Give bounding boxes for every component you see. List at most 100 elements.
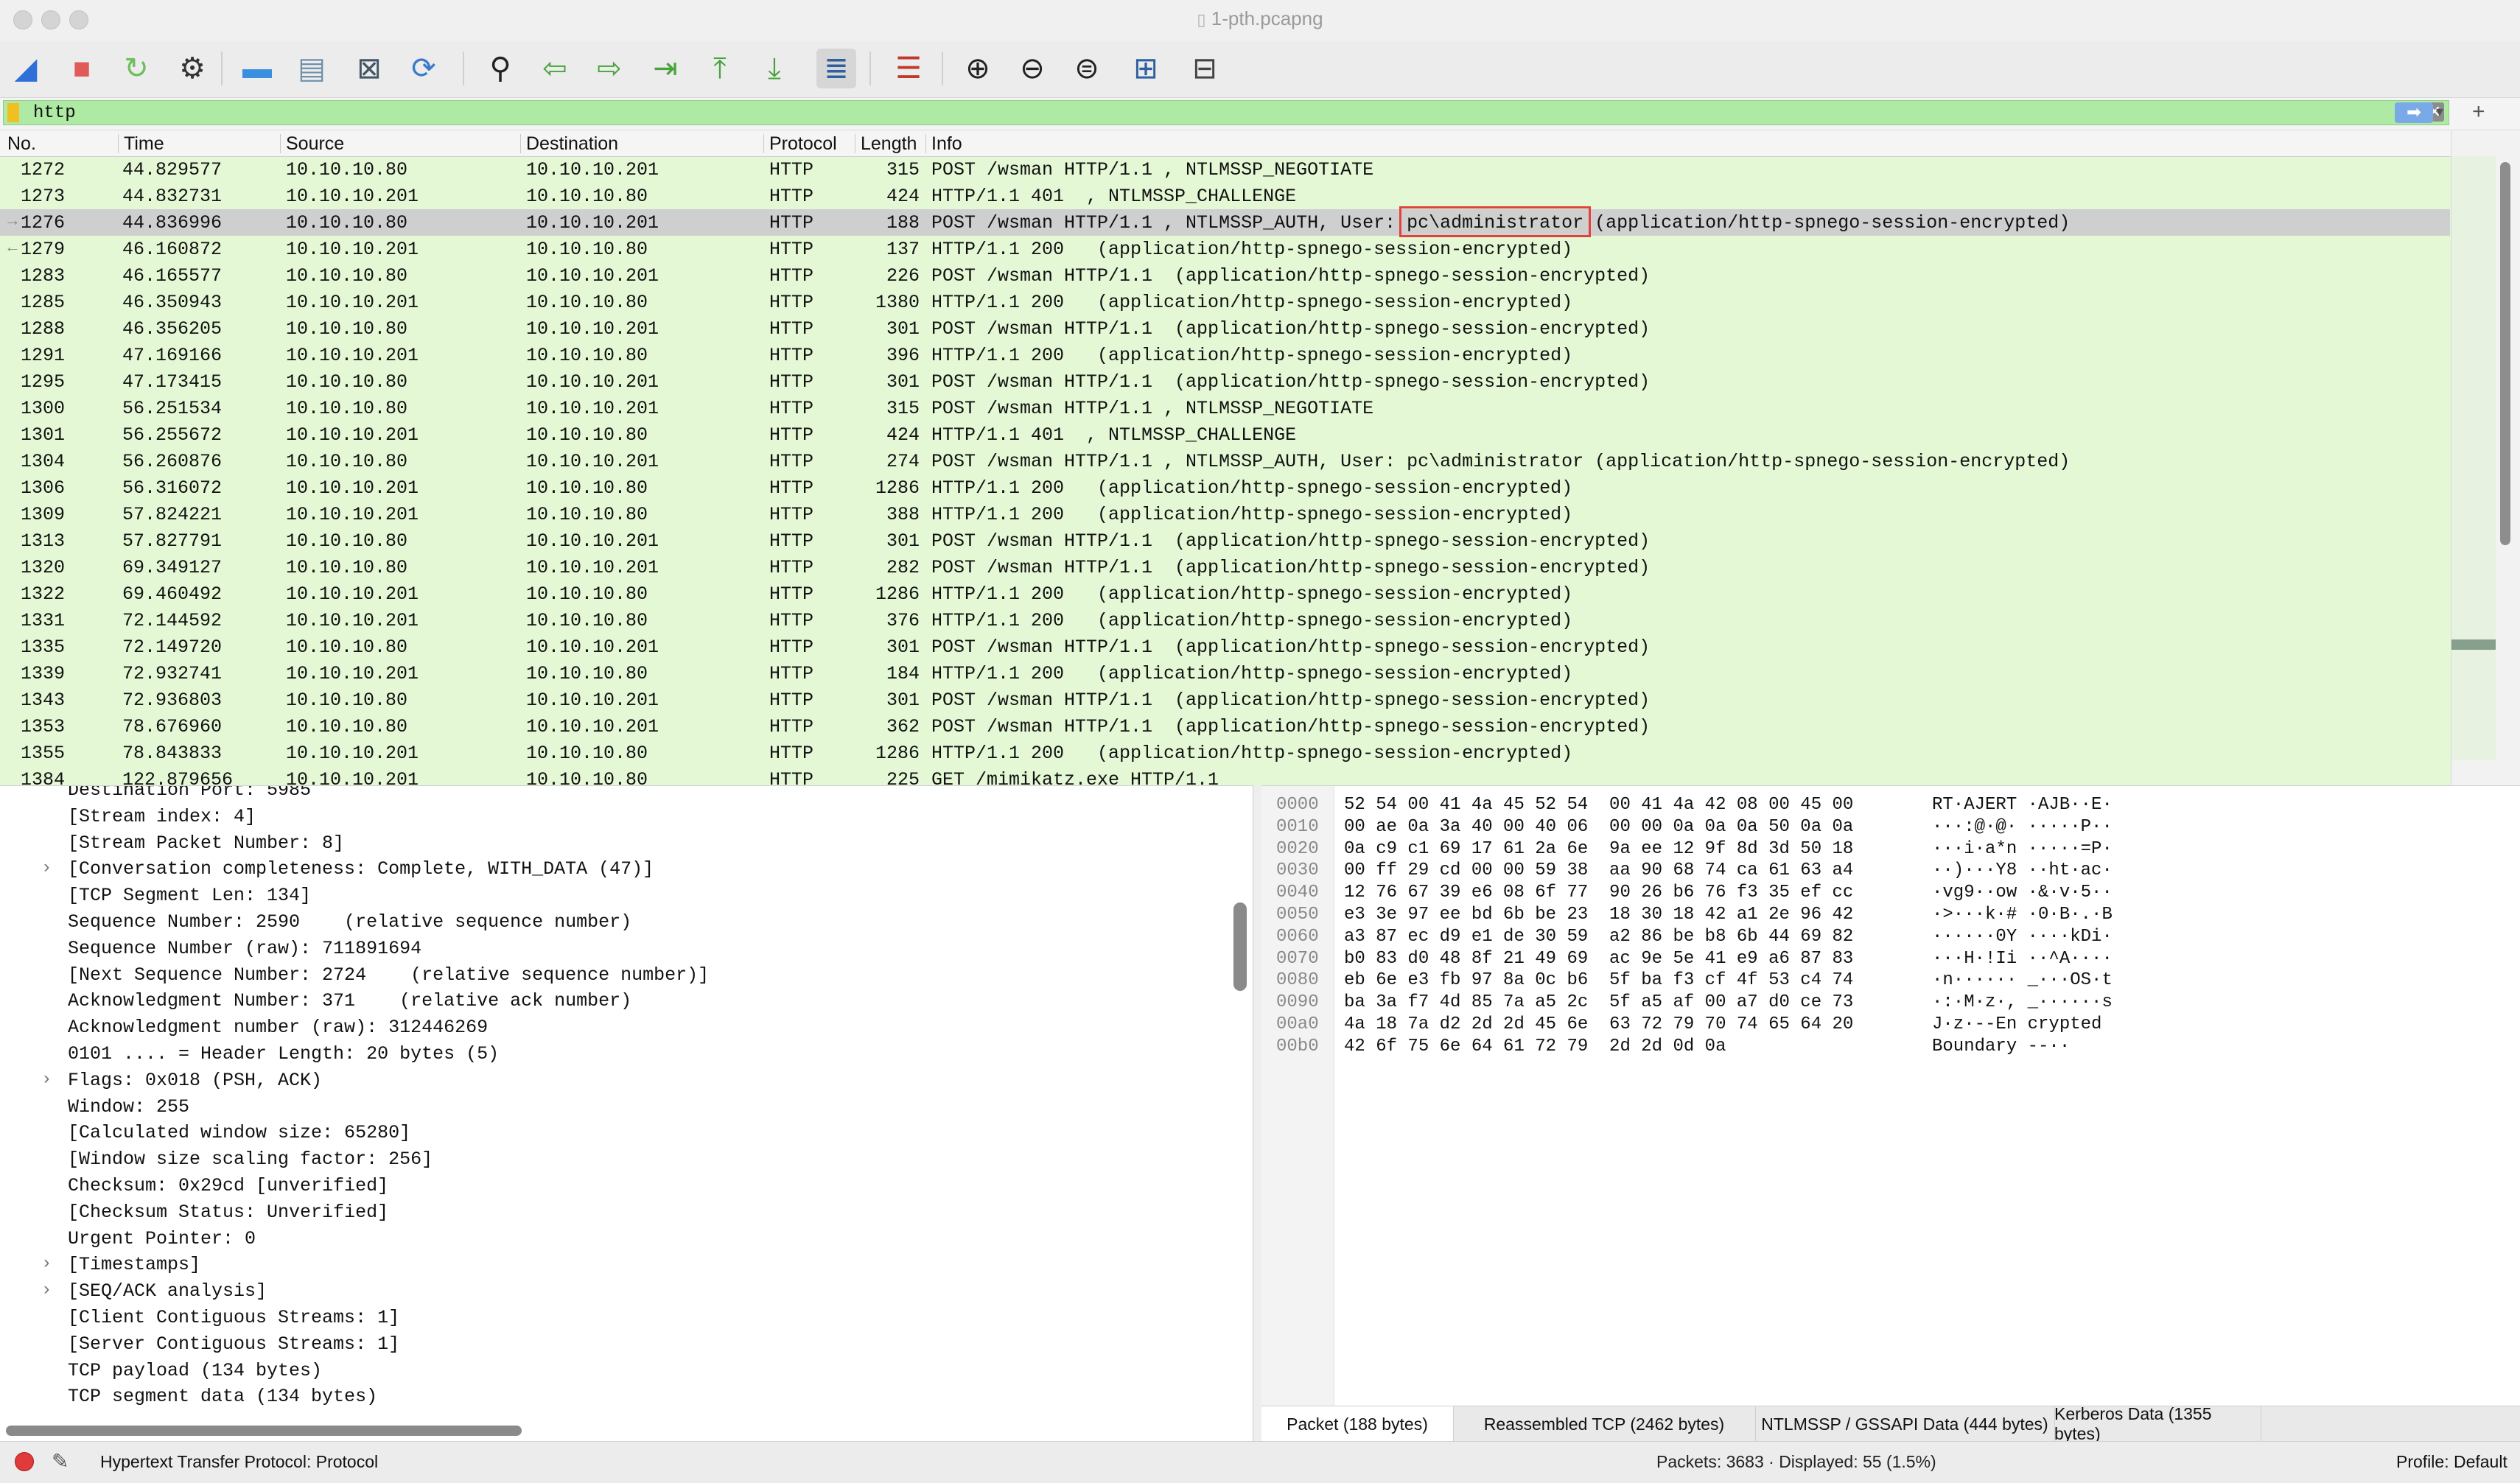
packet-row[interactable]: 1295 47.173415 10.10.10.80 10.10.10.201 HTTP… xyxy=(0,368,2450,395)
column-separator[interactable] xyxy=(925,134,926,153)
open-file-icon[interactable]: ▬ xyxy=(237,49,277,88)
packet-row[interactable]: 1331 72.144592 10.10.10.201 10.10.10.80 HTTP… xyxy=(0,607,2450,634)
column-separator[interactable] xyxy=(520,134,521,153)
bytes-row[interactable]: 0080 eb 6e e3 fb 97 8a 0c b6 5f ba f3 cf … xyxy=(1261,969,2514,991)
colorize-icon[interactable]: ☰ xyxy=(889,49,928,88)
zoom-in-icon[interactable]: ⊕ xyxy=(958,49,998,88)
bytes-row[interactable]: 0020 0a c9 c1 69 17 61 2a 6e 9a ee 12 9f … xyxy=(1261,838,2514,860)
go-forward-icon[interactable]: ⇨ xyxy=(589,49,629,88)
packet-row[interactable]: 1301 56.255672 10.10.10.201 10.10.10.80 HTTP… xyxy=(0,421,2450,448)
autoscroll-icon[interactable]: ≣ xyxy=(816,49,856,88)
go-last-packet-icon[interactable]: ⤓ xyxy=(755,49,794,88)
packet-row[interactable]: 1355 78.843833 10.10.10.201 10.10.10.80 HTTP… xyxy=(0,740,2450,766)
packet-time-cell: 78.676960 xyxy=(122,716,223,737)
packet-info-cell: HTTP/1.1 200 (application/http-spnego-se… xyxy=(931,477,1573,499)
column-header-protocol[interactable]: Protocol xyxy=(769,133,837,155)
bytes-row[interactable]: 0090 ba 3a f7 4d 85 7a a5 2c 5f a5 af 00 … xyxy=(1261,991,2514,1013)
packet-info-cell: HTTP/1.1 200 (application/http-spnego-se… xyxy=(931,583,1573,605)
column-separator[interactable] xyxy=(118,134,119,153)
bytes-row[interactable]: 0070 b0 83 d0 48 8f 21 49 69 ac 9e 5e 41 … xyxy=(1261,947,2514,970)
bytes-row[interactable]: 0050 e3 3e 97 ee bd 6b be 23 18 30 18 42 … xyxy=(1261,903,2514,925)
packet-row[interactable]: 1339 72.932741 10.10.10.201 10.10.10.80 HTTP… xyxy=(0,660,2450,687)
start-capture-icon[interactable]: ◢ xyxy=(6,49,46,88)
packet-src-cell: 10.10.10.80 xyxy=(286,159,408,180)
close-file-icon[interactable]: ⊠ xyxy=(349,49,389,88)
column-header-info[interactable]: Info xyxy=(931,133,962,155)
bytes-tab[interactable]: Reassembled TCP (2462 bytes) xyxy=(1453,1406,1756,1442)
packet-dst-cell: 10.10.10.201 xyxy=(526,212,659,234)
add-filter-button-icon[interactable]: + xyxy=(2472,99,2485,125)
expand-arrow-icon[interactable]: › xyxy=(41,1070,52,1090)
column-header-source[interactable]: Source xyxy=(286,133,344,155)
packet-row[interactable]: 1291 47.169166 10.10.10.201 10.10.10.80 HTTP… xyxy=(0,342,2450,368)
stop-capture-icon[interactable]: ■ xyxy=(62,49,102,88)
bookmark-icon[interactable] xyxy=(7,103,19,122)
bytes-tab[interactable]: Packet (188 bytes) xyxy=(1261,1406,1454,1442)
packet-row[interactable]: 1384 122.879656 10.10.10.201 10.10.10.80 HTT… xyxy=(0,766,2450,785)
bytes-row[interactable]: 0040 12 76 67 39 e6 08 6f 77 90 26 b6 76 … xyxy=(1261,881,2514,903)
expand-arrow-icon[interactable]: › xyxy=(41,858,52,878)
packet-row[interactable]: 1309 57.824221 10.10.10.201 10.10.10.80 HTTP… xyxy=(0,501,2450,527)
expand-arrow-icon[interactable]: › xyxy=(41,1280,52,1300)
layout-icon[interactable]: ⊟ xyxy=(1185,49,1225,88)
bytes-row[interactable]: 0030 00 ff 29 cd 00 00 59 38 aa 90 68 74 … xyxy=(1261,859,2514,881)
packet-row[interactable]: 1322 69.460492 10.10.10.201 10.10.10.80 HTTP… xyxy=(0,581,2450,607)
column-separator[interactable] xyxy=(280,134,281,153)
bytes-offset: 0070 xyxy=(1276,948,1319,969)
capture-comment-icon[interactable]: ✎ xyxy=(52,1449,69,1473)
packet-row[interactable]: 1313 57.827791 10.10.10.80 10.10.10.201 HTTP… xyxy=(0,527,2450,554)
reload-file-icon[interactable]: ⟳ xyxy=(404,49,444,88)
bytes-tab[interactable]: Kerberos Data (1355 bytes) xyxy=(2054,1404,2261,1443)
packet-row[interactable]: 1343 72.936803 10.10.10.80 10.10.10.201 HTTP… xyxy=(0,687,2450,713)
filter-history-dropdown-icon[interactable]: ▾ xyxy=(2436,102,2443,121)
column-separator[interactable] xyxy=(763,134,764,153)
packet-row[interactable]: 1272 44.829577 10.10.10.80 10.10.10.201 HTTP… xyxy=(0,156,2450,183)
packet-row[interactable]: 1276 44.836996 10.10.10.80 10.10.10.201 HTTP… xyxy=(0,209,2450,236)
bytes-ascii: ·vg9··ow ·&·v·5·· xyxy=(1932,883,2113,903)
bytes-row[interactable]: 00a0 4a 18 7a d2 2d 2d 45 6e 63 72 79 70 … xyxy=(1261,1013,2514,1035)
bytes-row[interactable]: 00b0 42 6f 75 6e 64 61 72 79 2d 2d 0d 0a B… xyxy=(1261,1035,2514,1057)
resize-columns-icon[interactable]: ⊞ xyxy=(1126,49,1166,88)
bytes-row[interactable]: 0010 00 ae 0a 3a 40 00 40 06 00 00 0a 0a … xyxy=(1261,816,2514,838)
bytes-row[interactable]: 0000 52 54 00 41 4a 45 52 54 00 41 4a 42 … xyxy=(1261,793,2514,816)
zoom-out-icon[interactable]: ⊖ xyxy=(1012,49,1052,88)
column-header-length[interactable]: Length xyxy=(861,133,917,155)
details-hscroll-thumb[interactable] xyxy=(6,1426,522,1436)
packet-row[interactable]: 1306 56.316072 10.10.10.201 10.10.10.80 HTTP… xyxy=(0,474,2450,501)
expert-info-icon[interactable] xyxy=(15,1452,34,1471)
packet-list-scrollbar[interactable] xyxy=(2451,131,2520,785)
bytes-tab[interactable]: NTLMSSP / GSSAPI Data (444 bytes) xyxy=(1755,1406,2055,1442)
go-first-packet-icon[interactable]: ⤒ xyxy=(700,49,740,88)
go-to-packet-icon[interactable]: ⇥ xyxy=(645,49,685,88)
bytes-ascii: ·:·M·z·, _······s xyxy=(1932,992,2113,1013)
expand-arrow-icon[interactable]: › xyxy=(41,1254,52,1274)
details-vscroll-thumb[interactable] xyxy=(1233,902,1247,991)
apply-filter-icon[interactable]: ➡ xyxy=(2395,102,2433,123)
restart-capture-icon[interactable]: ↻ xyxy=(116,49,156,88)
packet-row[interactable]: 1304 56.260876 10.10.10.80 10.10.10.201 HTTP… xyxy=(0,448,2450,474)
column-header-no[interactable]: No. xyxy=(7,133,36,155)
packet-row[interactable]: 1288 46.356205 10.10.10.80 10.10.10.201 HTTP… xyxy=(0,315,2450,342)
packet-no-cell: 1335 xyxy=(20,637,65,658)
packet-row[interactable]: 1279 46.160872 10.10.10.201 10.10.10.80 HTTP… xyxy=(0,236,2450,262)
packet-row[interactable]: 1285 46.350943 10.10.10.201 10.10.10.80 HTTP… xyxy=(0,289,2450,315)
bytes-row[interactable]: 0060 a3 87 ec d9 e1 de 30 59 a2 86 be b8 … xyxy=(1261,925,2514,947)
capture-options-icon[interactable]: ⚙ xyxy=(172,49,212,88)
go-back-icon[interactable]: ⇦ xyxy=(535,49,575,88)
packet-row[interactable]: 1320 69.349127 10.10.10.80 10.10.10.201 HTTP… xyxy=(0,554,2450,581)
packet-proto-cell: HTTP xyxy=(769,424,814,446)
column-header-destination[interactable]: Destination xyxy=(526,133,618,155)
column-header-time[interactable]: Time xyxy=(124,133,164,155)
packet-src-cell: 10.10.10.201 xyxy=(286,424,419,446)
packet-row[interactable]: 1335 72.149720 10.10.10.80 10.10.10.201 HTTP… xyxy=(0,634,2450,660)
display-filter-input[interactable]: http ✕ xyxy=(3,100,2449,125)
packet-row[interactable]: 1353 78.676960 10.10.10.80 10.10.10.201 HTTP… xyxy=(0,713,2450,740)
scrollbar-thumb[interactable] xyxy=(2500,162,2510,545)
packet-row[interactable]: 1283 46.165577 10.10.10.80 10.10.10.201 HTTP… xyxy=(0,262,2450,289)
packet-row[interactable]: 1300 56.251534 10.10.10.80 10.10.10.201 HTTP… xyxy=(0,395,2450,421)
normal-size-icon[interactable]: ⊜ xyxy=(1067,49,1107,88)
profile-text[interactable]: Profile: Default xyxy=(2396,1452,2507,1472)
packet-row[interactable]: 1273 44.832731 10.10.10.201 10.10.10.80 HTTP… xyxy=(0,183,2450,209)
find-packet-icon[interactable]: ⚲ xyxy=(480,49,520,88)
save-file-icon[interactable]: ▤ xyxy=(292,49,332,88)
